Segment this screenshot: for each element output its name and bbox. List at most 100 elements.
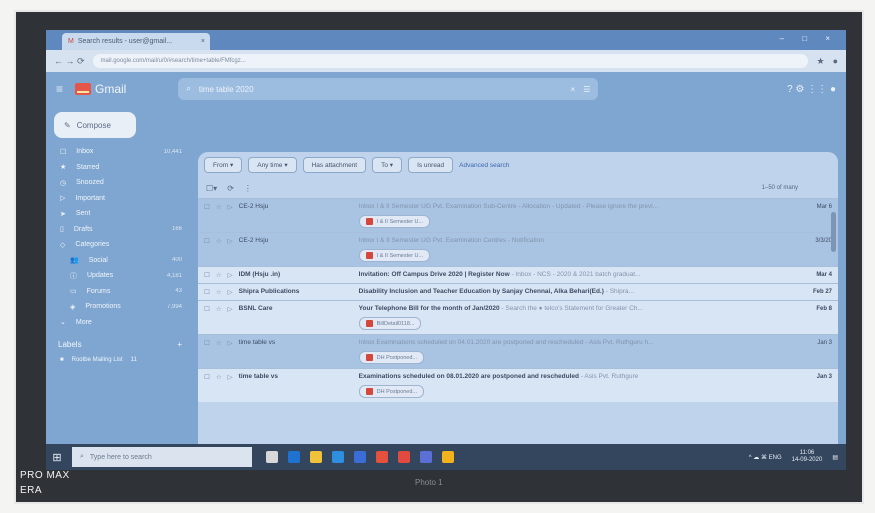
taskbar-app-icon[interactable] [398, 451, 410, 463]
email-row[interactable]: ☐ ☆ ▷ BSNL Care Your Telephone Bill for the … [198, 300, 838, 334]
row-checkbox[interactable]: ☐ [204, 288, 210, 296]
sidebar-item-label: Important [75, 194, 105, 202]
sidebar-item-snoozed[interactable]: ◷ Snoozed [46, 175, 196, 191]
search-input[interactable]: time table 2020 [199, 85, 254, 94]
more-icon[interactable]: ⋮ [244, 184, 252, 193]
clock[interactable]: 11:06 14-09-2020 [792, 450, 823, 464]
search-bar[interactable]: ⌕ time table 2020 × ☰ [178, 78, 599, 100]
scrollbar[interactable] [831, 212, 836, 252]
taskbar-app-icon[interactable] [420, 451, 432, 463]
pdf-icon [365, 218, 373, 225]
email-date: Jan 3 [816, 374, 832, 380]
sidebar-item-promotions[interactable]: ◈ Promotions 7,994 [46, 299, 196, 315]
sidebar-item-updates[interactable]: ⓘ Updates 4,181 [46, 268, 196, 284]
taskbar-app-icon[interactable] [354, 451, 366, 463]
attachment-chip[interactable]: DH Postponed... [358, 385, 425, 398]
label-item[interactable]: ■ Rootbe Mailing List 11 [46, 357, 196, 363]
filter-chip[interactable]: To ▾ [372, 157, 403, 173]
email-row[interactable]: ☐ ☆ ▷ time table vs Examinations scheduled o… [198, 368, 838, 402]
email-row[interactable]: ☐ ☆ ▷ CE-2 Hsju Inbox I & II Semester UG Pvt… [198, 198, 838, 232]
filter-chip[interactable]: Any time ▾ [248, 157, 297, 173]
browser-tab[interactable]: M Search results - user@gmail... × [62, 33, 210, 50]
notification-icon[interactable]: ▤ [832, 454, 838, 461]
email-snippet: Inbox Examinations scheduled on 04.01.20… [358, 339, 654, 346]
star-icon[interactable]: ☆ [216, 305, 222, 313]
address-bar[interactable]: mail.google.com/mail/u/0/#search/time+ta… [92, 54, 809, 68]
compose-label: Compose [76, 120, 111, 130]
filter-chip[interactable]: From ▾ [204, 157, 243, 173]
sidebar-item-starred[interactable]: ★ Starred [46, 160, 196, 176]
sidebar-item-forums[interactable]: ▭ Forums 43 [46, 284, 196, 300]
sidebar-item-social[interactable]: 👥 Social 400 [46, 253, 196, 269]
sidebar-item-sent[interactable]: ➤ Sent [46, 206, 196, 222]
system-tray: ^ ☁ ⌘ ENG 11:06 14-09-2020 ▤ [749, 450, 846, 464]
windows-start-icon[interactable]: ⊞ [50, 450, 64, 464]
email-row[interactable]: ☐ ☆ ▷ time table vs Inbox Examinations sched… [198, 334, 838, 368]
email-row[interactable]: ☐ ☆ ▷ Shipra Publications Disability Inclusi… [198, 283, 838, 300]
clear-search-icon[interactable]: × [571, 85, 576, 94]
taskbar-app-icon[interactable] [288, 451, 300, 463]
row-checkbox[interactable]: ☐ [204, 339, 210, 347]
gmail-logo[interactable]: Gmail [75, 82, 126, 96]
taskbar-search-input[interactable]: Type here to search [90, 454, 152, 461]
profile-icon[interactable]: ● [833, 56, 838, 66]
sidebar-item-icon: 👥 [70, 257, 79, 265]
refresh-icon[interactable]: ⟳ [227, 184, 234, 193]
taskbar-app-icon[interactable] [310, 451, 322, 463]
sidebar-nav: ☐ Inbox 10,441 ★ Starred ◷ Snoozed ▷ Important ➤ S… [46, 144, 196, 330]
sidebar-item-icon: ☐ [60, 148, 67, 156]
add-label-icon[interactable]: + [177, 340, 182, 349]
email-line: Invitation: Off Campus Drive 2020 | Regi… [359, 267, 796, 283]
taskbar-search[interactable]: ⌕ Type here to search [72, 447, 252, 467]
star-icon[interactable]: ★ [816, 56, 824, 67]
browser-tab-strip: M Search results - user@gmail... × – □ × [46, 30, 846, 50]
attachment-chip[interactable]: I & II Semester U... [358, 249, 431, 262]
clock-date: 14-09-2020 [791, 457, 823, 463]
attachment-chip[interactable]: BillDetail0118... [358, 317, 422, 330]
filter-chip[interactable]: Is unread [408, 157, 454, 173]
sidebar-item-inbox[interactable]: ☐ Inbox 10,441 [46, 144, 196, 160]
tray-icons[interactable]: ^ ☁ ⌘ ENG [749, 454, 782, 461]
row-checkbox[interactable]: ☐ [204, 237, 210, 245]
sidebar-item-categories[interactable]: ◇ Categories [46, 237, 196, 253]
email-snippet: - Inbox - NCS - 2020 & 2021 batch gradua… [509, 271, 641, 278]
star-icon[interactable]: ☆ [216, 203, 222, 211]
sidebar-item-more[interactable]: ⌄ More [46, 315, 196, 331]
taskbar-app-icon[interactable] [376, 451, 388, 463]
attachment-chip[interactable]: DH Postponed... [358, 351, 425, 364]
row-checkbox[interactable]: ☐ [204, 373, 210, 381]
star-icon[interactable]: ☆ [216, 339, 222, 347]
label-count: 11 [130, 357, 137, 363]
star-icon[interactable]: ☆ [216, 237, 222, 245]
row-checkbox[interactable]: ☐ [204, 305, 210, 313]
sidebar-item-icon: ➤ [60, 210, 66, 218]
taskbar-app-icon[interactable] [332, 451, 344, 463]
search-options-icon[interactable]: ☰ [583, 85, 590, 94]
row-checkbox[interactable]: ☐ [204, 271, 210, 279]
email-line: Disability Inclusion and Teacher Educati… [359, 284, 796, 300]
sidebar-item-drafts[interactable]: ▯ Drafts 166 [46, 222, 196, 238]
email-sender: CE-2 Hsju [238, 203, 269, 210]
advanced-search-link[interactable]: Advanced search [459, 162, 509, 169]
taskbar-app-icon[interactable] [266, 451, 278, 463]
search-icon[interactable]: ⌕ [186, 84, 190, 94]
email-row[interactable]: ☐ ☆ ▷ IDM (Hsju .in) Invitation: Off Campus … [198, 266, 838, 283]
taskbar-app-icon[interactable] [442, 451, 454, 463]
menu-icon[interactable]: ≡ [56, 82, 63, 96]
star-icon[interactable]: ☆ [216, 373, 222, 381]
filter-chip[interactable]: Has attachment [302, 157, 367, 173]
row-checkbox[interactable]: ☐ [204, 203, 210, 211]
attachment-chip[interactable]: I & II Semester U... [358, 215, 431, 228]
email-row[interactable]: ☐ ☆ ▷ CE-2 Hsju Inbox I & II Semester UG Pvt… [198, 232, 838, 266]
window-controls[interactable]: – □ × [780, 34, 838, 43]
nav-arrows-icon[interactable]: ← → ⟳ [54, 56, 85, 67]
sidebar-item-icon: ◇ [60, 241, 66, 249]
tab-close-icon[interactable]: × [201, 38, 205, 45]
star-icon[interactable]: ☆ [216, 271, 222, 279]
sidebar-item-important[interactable]: ▷ Important [46, 191, 196, 207]
email-snippet: - Asis Pvt. Ruthgure [579, 373, 639, 380]
header-icons[interactable]: ? ⚙ ⋮⋮ ● [787, 84, 836, 95]
star-icon[interactable]: ☆ [216, 288, 222, 296]
compose-button[interactable]: ✎ Compose [54, 112, 136, 138]
select-all-checkbox[interactable]: ☐▾ [206, 184, 217, 193]
